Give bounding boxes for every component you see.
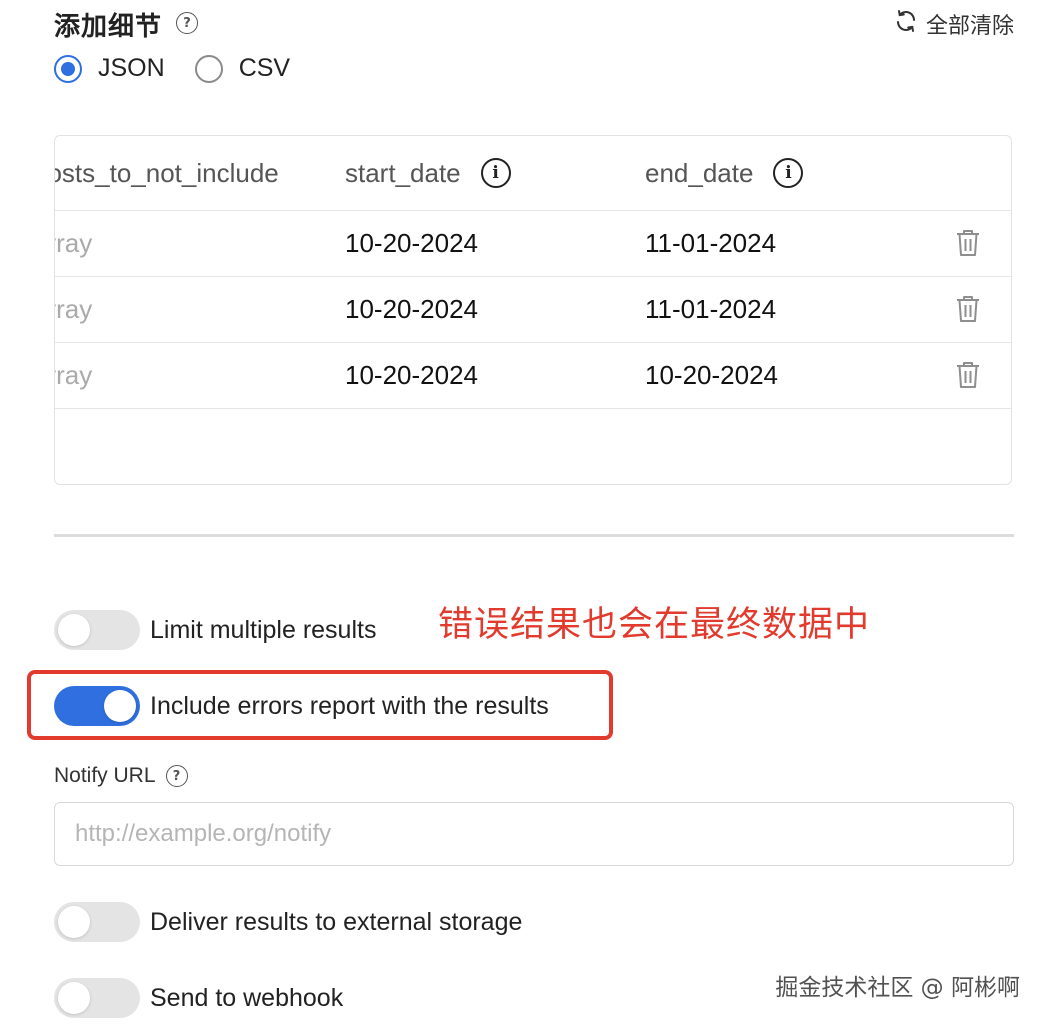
- info-icon[interactable]: i: [480, 158, 511, 188]
- refresh-icon: [894, 9, 918, 39]
- help-icon[interactable]: ?: [165, 765, 188, 787]
- webhook-label: Send to webhook: [150, 983, 344, 1012]
- webhook-toggle[interactable]: [54, 978, 140, 1018]
- help-icon[interactable]: ?: [176, 12, 198, 34]
- limit-multiple-results-toggle[interactable]: [54, 610, 140, 650]
- format-radio-group: JSON CSV: [54, 54, 290, 83]
- table-cell-start-date[interactable]: 10-20-2024: [345, 210, 478, 276]
- radio-csv-label: CSV: [238, 54, 291, 82]
- table-header-row: posts_to_not_include start_date i end_da…: [55, 136, 1011, 211]
- notify-url-label: Notify URL: [54, 764, 156, 787]
- table-cell-end-date[interactable]: 11-01-2024: [645, 210, 776, 276]
- table-row: array 10-20-2024 11-01-2024: [55, 276, 1011, 343]
- radio-csv[interactable]: CSV: [194, 54, 291, 83]
- webhook-row: Send to webhook: [54, 978, 343, 1018]
- clear-all-button[interactable]: 全部清除: [894, 8, 1014, 40]
- table-cell-end-date[interactable]: 11-01-2024: [645, 276, 776, 342]
- annotation-note: 错误结果也会在最终数据中: [438, 605, 871, 645]
- table-cell-posts[interactable]: array: [55, 210, 313, 276]
- radio-json-label: JSON: [98, 54, 165, 82]
- clear-all-label: 全部清除: [925, 14, 1014, 39]
- column-header-posts-to-not-include: posts_to_not_include: [54, 157, 279, 188]
- trash-icon[interactable]: [955, 342, 981, 408]
- table-cell-posts[interactable]: array: [55, 342, 313, 408]
- table-cell-start-date[interactable]: 10-20-2024: [345, 276, 478, 342]
- radio-json[interactable]: JSON: [54, 54, 165, 83]
- notify-url-input[interactable]: [54, 802, 1014, 866]
- external-storage-label: Deliver results to external storage: [150, 907, 523, 936]
- radio-json-indicator: [54, 54, 82, 83]
- external-storage-row: Deliver results to external storage: [54, 902, 522, 942]
- trash-icon[interactable]: [955, 276, 981, 342]
- watermark: 掘金技术社区 @ 阿彬啊: [775, 975, 1020, 1001]
- table-row: array 10-20-2024 10-20-2024: [55, 342, 1011, 409]
- table-cell-posts[interactable]: array: [55, 276, 313, 342]
- section-divider: [54, 534, 1014, 537]
- radio-csv-indicator: [194, 54, 223, 83]
- column-header-end-date: end_date i: [645, 136, 804, 210]
- limit-multiple-results-label: Limit multiple results: [150, 615, 377, 644]
- table-cell-start-date[interactable]: 10-20-2024: [345, 342, 478, 408]
- annotation-highlight-box: [27, 670, 613, 740]
- info-icon[interactable]: i: [773, 158, 804, 188]
- column-header-start-date: start_date i: [345, 136, 511, 210]
- external-storage-toggle[interactable]: [54, 902, 140, 942]
- notify-url-label-row: Notify URL ?: [54, 764, 188, 788]
- limit-multiple-results-row: Limit multiple results: [54, 610, 376, 650]
- data-table: posts_to_not_include start_date i end_da…: [54, 135, 1012, 485]
- start-date-header-label: start_date: [345, 157, 461, 188]
- end-date-header-label: end_date: [645, 157, 754, 188]
- table-row: array 10-20-2024 11-01-2024: [55, 210, 1011, 277]
- table-cell-end-date[interactable]: 10-20-2024: [645, 342, 778, 408]
- trash-icon[interactable]: [955, 210, 981, 276]
- section-title: 添加细节: [54, 12, 163, 42]
